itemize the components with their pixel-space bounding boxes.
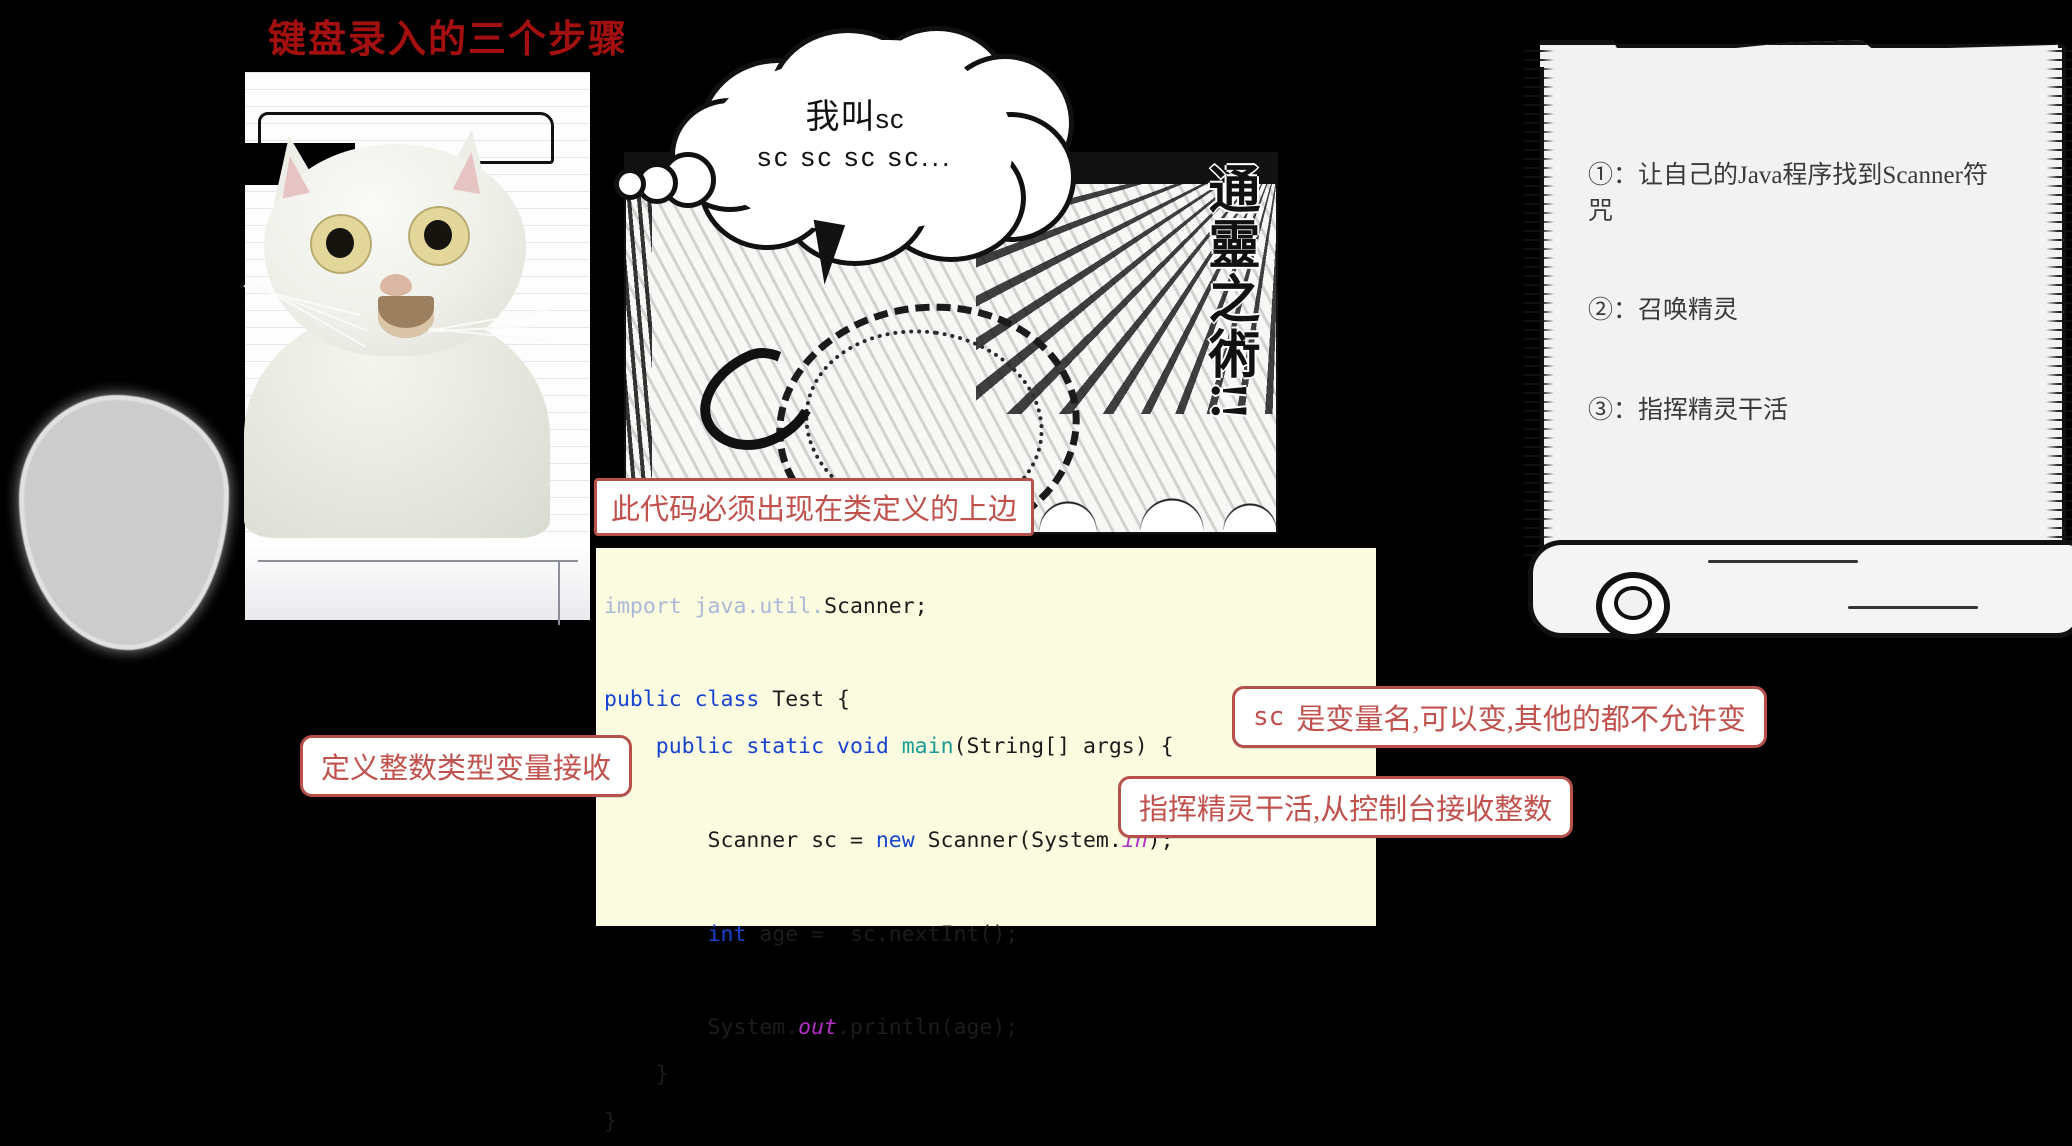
callout-sc-mono: sc [1253,702,1285,732]
callout-define-text: 定义整数类型变量接收 [321,753,612,785]
cat-pupil-right [424,220,452,250]
scroll-step-item: ②：召唤精灵 [1588,297,1739,324]
java-code-block: import java.util.Scanner; public class T… [604,584,1174,1146]
code-token: Scanner sc = [604,827,876,853]
bubble-line-1-en: sc [875,104,905,134]
scroll-right-edge [2046,50,2072,558]
code-token: public static void [655,734,902,760]
bubble-line-1: 我叫sc [640,98,1070,137]
code-token: .println(age); [837,1015,1019,1041]
steps-scroll: ①：让自己的Java程序找到Scanner符咒 ②：召唤精灵 ③：指挥精灵干活 [1518,40,2072,640]
surprised-cat-image [232,118,562,538]
bubble-text: 我叫sc sc sc sc sc... [640,98,1070,178]
callout-import-note[interactable]: 此代码必须出现在类定义的上边 [594,478,1035,536]
scroll-step-item: ③：指挥精灵干活 [1588,396,1789,424]
scroll-step-list: ①：让自己的Java程序找到Scanner符咒 ②：召唤精灵 ③：指挥精灵干活 [1588,158,2008,428]
callout-import-text: 此代码必须出现在类定义的上边 [611,494,1018,526]
callout-sc-text: 是变量名,可以变,其他的都不允许变 [1296,704,1746,736]
photo-desk-edge [258,560,578,562]
cat-pupil-left [326,228,354,258]
code-token: System. [604,1015,799,1041]
code-token: } [604,1108,617,1134]
code-token: public class [604,687,773,713]
code-token: Scanner(System. [914,827,1122,853]
code-token: } [604,1062,669,1088]
code-token: int [707,921,747,947]
page-title: 键盘录入的三个步骤 [268,19,629,61]
callout-sc-variable-name[interactable]: sc 是变量名,可以变,其他的都不允许变 [1232,686,1767,748]
cat-nose [380,274,412,296]
callout-define-variable[interactable]: 定义整数类型变量接收 [300,735,633,797]
code-token: age = sc.nextInt(); [746,921,1019,947]
photo-desk-leg [558,560,560,625]
scroll-roll-line [1708,560,1858,563]
code-token: java.util. [681,593,825,619]
scroll-left-edge [1524,50,1554,558]
cat-mouth [378,296,434,338]
code-token: import [604,593,682,619]
code-token: (String[] args) { [953,734,1174,760]
code-token: out [798,1015,838,1041]
manga-vertical-text: 通靈之術!! [1200,162,1257,423]
ghost-blob-shape [24,400,224,645]
photo-desk [245,540,590,620]
code-token: new [875,827,915,853]
callout-console-text: 指挥精灵干活,从控制台接收整数 [1139,794,1553,826]
slide-canvas: 键盘录入的三个步骤 通靈之術!! 我叫sc sc sc sc sc... imp… [0,0,2072,1134]
scroll-step-item: ①：让自己的Java程序找到Scanner符咒 [1588,162,1988,225]
thought-bubble: 我叫sc sc sc sc sc... [614,26,1076,287]
code-token: Test { [772,687,850,713]
code-token: Scanner; [824,593,928,619]
bubble-line-1-cn: 我叫 [805,98,876,136]
callout-console-input[interactable]: 指挥精灵干活,从控制台接收整数 [1118,776,1574,838]
bubble-line-2: sc sc sc sc... [757,142,953,173]
scroll-roll-line [1848,606,1978,609]
code-token: main [901,734,954,760]
scroll-curl-inner [1614,586,1652,620]
